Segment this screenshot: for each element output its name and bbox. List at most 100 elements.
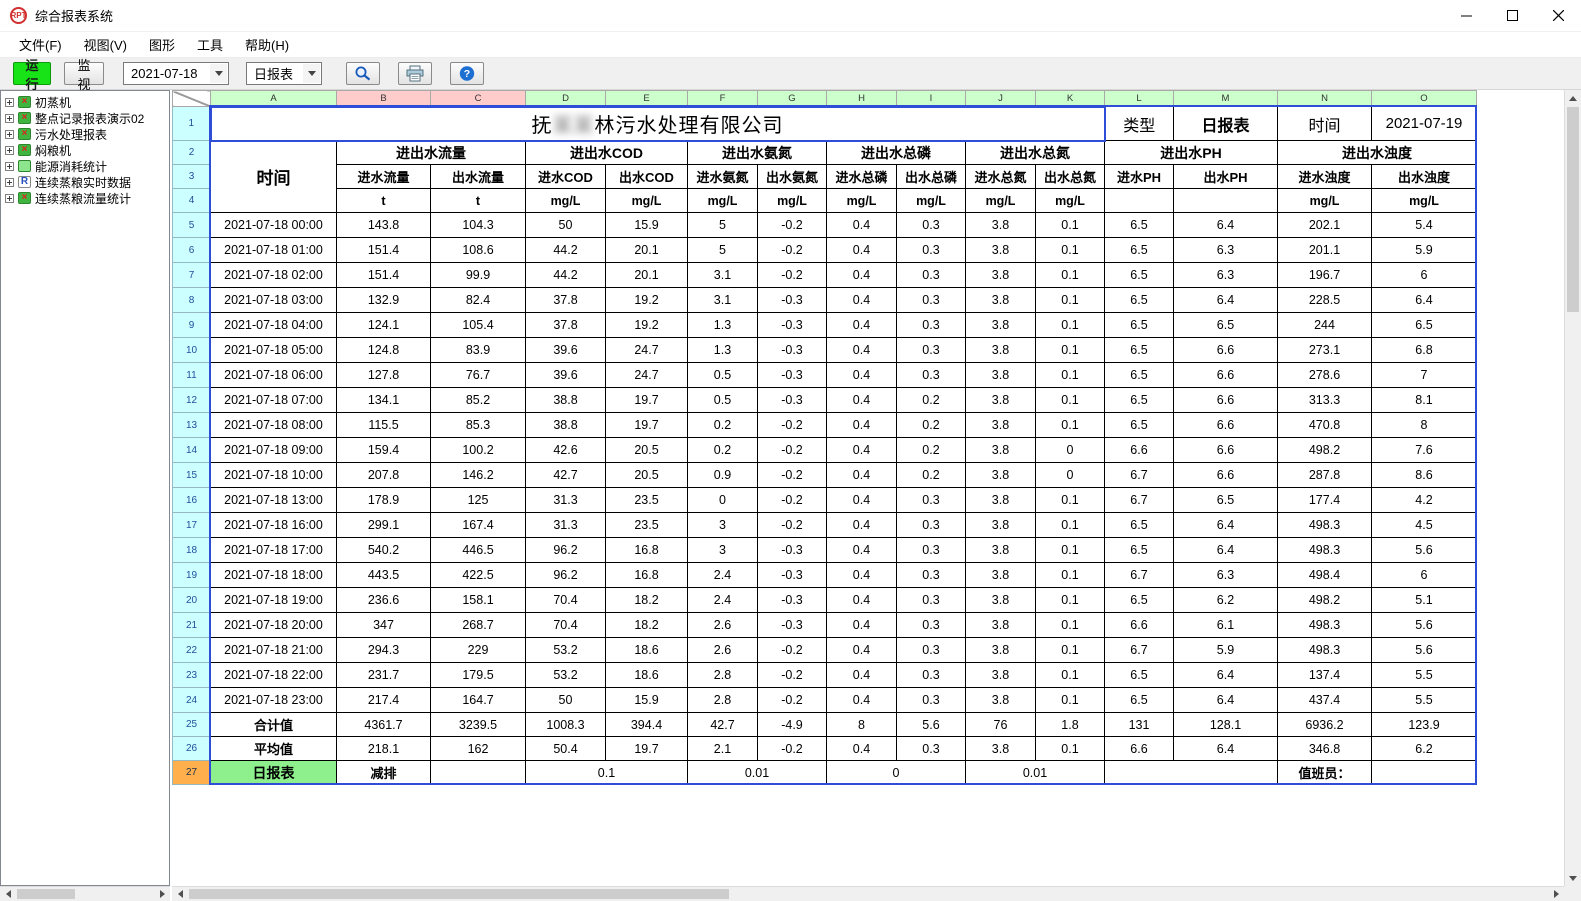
value-cell[interactable]: -0.2	[758, 638, 827, 663]
value-cell[interactable]: 0.1	[1036, 263, 1105, 288]
column-header-O[interactable]: O	[1372, 91, 1477, 107]
company-title-cell[interactable]: 抚某某林污水处理有限公司	[211, 107, 1105, 141]
unit-cell[interactable]	[1174, 189, 1278, 213]
value-cell[interactable]: 15.9	[606, 213, 688, 238]
value-cell[interactable]: 0.3	[897, 588, 966, 613]
value-cell[interactable]: 202.1	[1278, 213, 1372, 238]
value-cell[interactable]: 0.1	[1036, 688, 1105, 713]
menu-item[interactable]: 帮助(H)	[234, 32, 300, 57]
value-cell[interactable]: 53.2	[526, 663, 606, 688]
column-header-B[interactable]: B	[337, 91, 431, 107]
value-cell[interactable]: 8	[1372, 413, 1477, 438]
menu-item[interactable]: 图形	[138, 32, 186, 57]
time-cell[interactable]: 2021-07-18 10:00	[211, 463, 337, 488]
value-cell[interactable]: 16.8	[606, 563, 688, 588]
value-cell[interactable]: -0.2	[758, 488, 827, 513]
value-cell[interactable]: 85.2	[431, 388, 526, 413]
value-cell[interactable]: 85.3	[431, 413, 526, 438]
value-cell[interactable]: 5.6	[897, 713, 966, 737]
value-cell[interactable]: 96.2	[526, 538, 606, 563]
value-cell[interactable]: 6.3	[1174, 263, 1278, 288]
value-cell[interactable]: 0.9	[688, 463, 758, 488]
tree-item[interactable]: ×焖粮机	[1, 142, 169, 158]
value-cell[interactable]: 158.1	[431, 588, 526, 613]
value-cell[interactable]: 178.9	[337, 488, 431, 513]
value-cell[interactable]: -0.3	[758, 338, 827, 363]
row-header[interactable]: 20	[173, 588, 211, 613]
unit-cell[interactable]: mg/L	[966, 189, 1036, 213]
value-cell[interactable]: 5.1	[1372, 588, 1477, 613]
value-cell[interactable]: 3.8	[966, 737, 1036, 761]
value-cell[interactable]: 6.4	[1174, 737, 1278, 761]
value-cell[interactable]: 0.4	[827, 363, 897, 388]
value-cell[interactable]: 19.7	[606, 388, 688, 413]
value-cell[interactable]: 207.8	[337, 463, 431, 488]
value-cell[interactable]: 6.7	[1105, 463, 1174, 488]
row-header[interactable]: 27	[173, 761, 211, 785]
value-cell[interactable]: 0.3	[897, 213, 966, 238]
date-select[interactable]: 2021-07-18	[123, 62, 229, 85]
tree-item[interactable]: ×连续蒸粮流量统计	[1, 190, 169, 206]
value-cell[interactable]: 3239.5	[431, 713, 526, 737]
unit-cell[interactable]: mg/L	[827, 189, 897, 213]
value-cell[interactable]: 167.4	[431, 513, 526, 538]
value-cell[interactable]: 0.1	[526, 761, 688, 785]
time-cell[interactable]: 2021-07-18 09:00	[211, 438, 337, 463]
value-cell[interactable]: 31.3	[526, 488, 606, 513]
value-cell[interactable]: 0.1	[1036, 488, 1105, 513]
value-cell[interactable]: 134.1	[337, 388, 431, 413]
value-cell[interactable]: 39.6	[526, 338, 606, 363]
expand-plus-icon[interactable]	[5, 130, 14, 139]
value-cell[interactable]: 347	[337, 613, 431, 638]
time-cell[interactable]: 2021-07-18 17:00	[211, 538, 337, 563]
time-cell[interactable]: 2021-07-18 06:00	[211, 363, 337, 388]
value-cell[interactable]: 0.4	[827, 613, 897, 638]
value-cell[interactable]: 3.8	[966, 613, 1036, 638]
value-cell[interactable]: 6.8	[1372, 338, 1477, 363]
value-cell[interactable]: 498.3	[1278, 538, 1372, 563]
value-cell[interactable]: 151.4	[337, 238, 431, 263]
scroll-right-button[interactable]	[1548, 887, 1564, 901]
value-cell[interactable]: 19.2	[606, 288, 688, 313]
value-cell[interactable]: 6.3	[1174, 238, 1278, 263]
value-cell[interactable]: 31.3	[526, 513, 606, 538]
value-cell[interactable]: 6.6	[1105, 737, 1174, 761]
value-cell[interactable]: 3.8	[966, 413, 1036, 438]
value-cell[interactable]: 5.6	[1372, 538, 1477, 563]
value-cell[interactable]: -4.9	[758, 713, 827, 737]
value-cell[interactable]: 6.4	[1174, 513, 1278, 538]
value-cell[interactable]: 0.3	[897, 513, 966, 538]
value-cell[interactable]: 6.2	[1174, 588, 1278, 613]
value-cell[interactable]: 3.8	[966, 663, 1036, 688]
row-header[interactable]: 15	[173, 463, 211, 488]
row-header[interactable]: 17	[173, 513, 211, 538]
value-cell[interactable]: -0.3	[758, 613, 827, 638]
value-cell[interactable]: 128.1	[1174, 713, 1278, 737]
value-cell[interactable]: 143.8	[337, 213, 431, 238]
value-cell[interactable]: 124.1	[337, 313, 431, 338]
row-header[interactable]: 11	[173, 363, 211, 388]
value-cell[interactable]: 287.8	[1278, 463, 1372, 488]
value-cell[interactable]: 0.1	[1036, 513, 1105, 538]
value-cell[interactable]: 159.4	[337, 438, 431, 463]
value-cell[interactable]	[1372, 761, 1477, 785]
value-cell[interactable]: 0.4	[827, 538, 897, 563]
value-cell[interactable]: 125	[431, 488, 526, 513]
value-cell[interactable]: 470.8	[1278, 413, 1372, 438]
value-cell[interactable]: 6.5	[1105, 313, 1174, 338]
value-cell[interactable]: 268.7	[431, 613, 526, 638]
unit-cell[interactable]: mg/L	[688, 189, 758, 213]
value-cell[interactable]: 0.2	[897, 438, 966, 463]
value-cell[interactable]: 83.9	[431, 338, 526, 363]
value-cell[interactable]: 20.5	[606, 463, 688, 488]
sub-header[interactable]: 出水流量	[431, 165, 526, 189]
time-cell[interactable]: 2021-07-18 23:00	[211, 688, 337, 713]
group-header[interactable]: 进出水PH	[1105, 141, 1278, 165]
value-cell[interactable]: 20.5	[606, 438, 688, 463]
value-cell[interactable]: 3	[688, 513, 758, 538]
value-cell[interactable]: 23.5	[606, 513, 688, 538]
value-cell[interactable]: 0.3	[897, 538, 966, 563]
value-cell[interactable]: 2.8	[688, 663, 758, 688]
value-cell[interactable]: 6.1	[1174, 613, 1278, 638]
expand-plus-icon[interactable]	[5, 114, 14, 123]
